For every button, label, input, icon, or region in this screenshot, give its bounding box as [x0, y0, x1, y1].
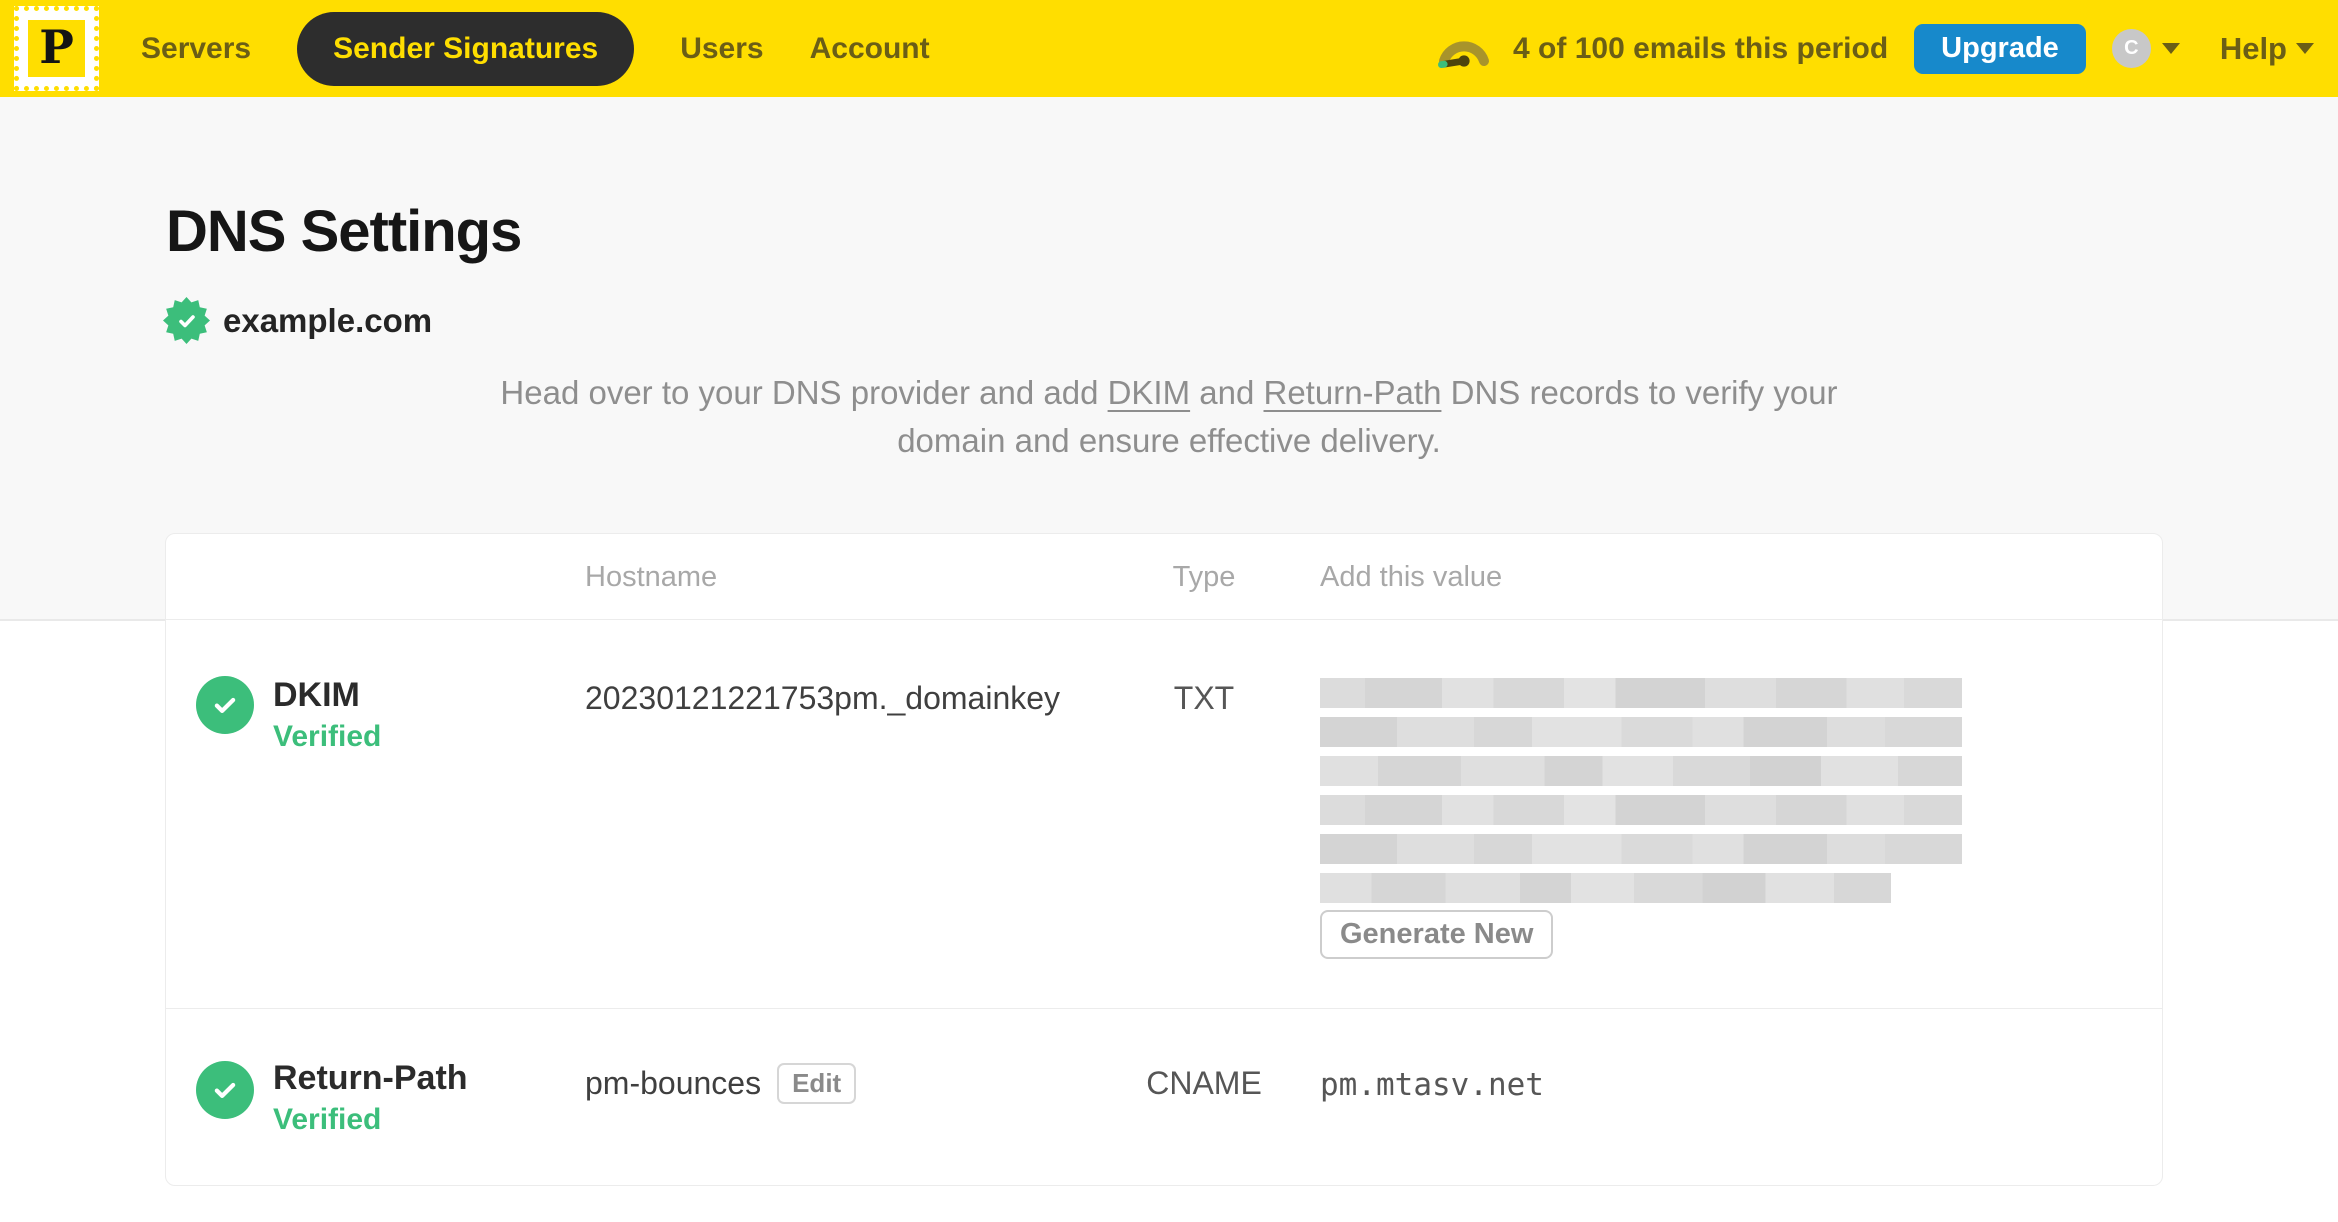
intro-text: Head over to your DNS provider and add D…	[489, 369, 1849, 465]
edit-button[interactable]: Edit	[777, 1063, 857, 1104]
postmark-logo[interactable]: P	[14, 6, 99, 91]
avatar[interactable]: C	[2111, 29, 2151, 68]
primary-nav: Servers Sender Signatures Users Account	[141, 11, 930, 86]
dns-records-card: Hostname Type Add this value DKIM Verifi…	[165, 533, 2163, 1186]
upgrade-button[interactable]: Upgrade	[1914, 23, 2086, 74]
record-hostname: pm-bounces Edit	[585, 1063, 857, 1104]
help-menu[interactable]: Help	[2220, 31, 2314, 67]
status-badge: Verified	[273, 1103, 382, 1136]
verified-check-icon	[196, 1061, 254, 1119]
navbar-right: 4 of 100 emails this period Upgrade C He…	[1435, 23, 2314, 74]
chevron-down-icon	[2161, 43, 2180, 54]
app-root: P Servers Sender Signatures Users Accoun…	[0, 0, 2338, 1222]
logo-letter: P	[39, 19, 74, 74]
intro-part2: and	[1190, 374, 1264, 411]
table-row-return-path: Return-Path Verified pm-bounces Edit CNA…	[166, 1009, 2162, 1185]
verified-check-icon	[196, 676, 254, 734]
page-title: DNS Settings	[166, 199, 522, 264]
domain-row: example.com	[163, 297, 432, 344]
nav-item-account[interactable]: Account	[810, 32, 930, 66]
redacted-line	[1320, 873, 1892, 903]
col-header-hostname: Hostname	[585, 561, 718, 593]
postmark-logo-letter: P	[28, 20, 85, 77]
usage-text: 4 of 100 emails this period	[1513, 31, 1889, 65]
col-header-value: Add this value	[1320, 561, 1503, 593]
record-name: DKIM	[273, 676, 360, 714]
domain-name: example.com	[223, 301, 433, 339]
usage-gauge-icon	[1435, 27, 1493, 71]
account-menu[interactable]: C	[2111, 29, 2180, 68]
verified-seal-icon	[163, 297, 210, 344]
intro-part1: Head over to your DNS provider and add	[500, 374, 1108, 411]
redacted-line	[1320, 795, 1962, 825]
status-badge: Verified	[273, 720, 382, 753]
redacted-dkim-value	[1320, 678, 1962, 912]
record-type: TXT	[1173, 680, 1235, 716]
nav-item-sender-signatures[interactable]: Sender Signatures	[297, 11, 635, 86]
dkim-link[interactable]: DKIM	[1108, 374, 1191, 411]
table-row-dkim: DKIM Verified 20230121221753pm._domainke…	[166, 620, 2162, 1009]
redacted-line	[1320, 717, 1962, 747]
top-navbar: P Servers Sender Signatures Users Accoun…	[0, 0, 2338, 97]
return-path-link[interactable]: Return-Path	[1264, 374, 1442, 411]
chevron-down-icon	[2296, 43, 2314, 54]
redacted-line	[1320, 678, 1962, 708]
record-name: Return-Path	[273, 1059, 468, 1097]
record-value: pm.mtasv.net	[1320, 1067, 1544, 1103]
table-header-row: Hostname Type Add this value	[166, 534, 2162, 620]
generate-new-button[interactable]: Generate New	[1320, 910, 1554, 959]
nav-item-users[interactable]: Users	[680, 32, 763, 66]
record-type: CNAME	[1146, 1065, 1262, 1101]
main-content: DNS Settings example.com Head over to yo…	[0, 97, 2338, 1222]
help-label: Help	[2219, 30, 2287, 66]
record-hostname: 20230121221753pm._domainkey	[585, 680, 1061, 716]
redacted-line	[1320, 834, 1962, 864]
col-header-type: Type	[1172, 561, 1236, 593]
nav-item-servers[interactable]: Servers	[141, 32, 251, 66]
redacted-line	[1320, 756, 1962, 786]
record-hostname-text: pm-bounces	[585, 1065, 762, 1101]
